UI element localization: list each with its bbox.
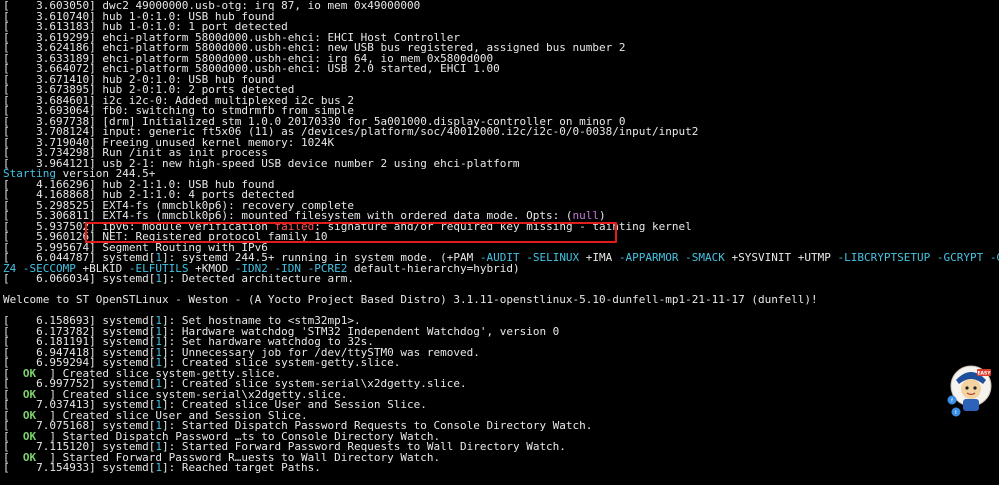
svg-text:f: f	[951, 398, 953, 404]
terminal-text-span: [ 7.154933] systemd[	[3, 461, 156, 474]
terminal-text-span: [ 6.066034] systemd[	[3, 272, 156, 285]
terminal-text-span: -APPARMOR -SMACK	[618, 251, 725, 264]
terminal-line: [ 6.066034] systemd[1]: Detected archite…	[3, 272, 999, 285]
terminal-text-span: -LIBCRYPTSETUP -GCRYPT -GNUTLS -ACL	[837, 251, 999, 264]
mascot-badge: EASY	[977, 371, 991, 377]
svg-text:t: t	[955, 410, 957, 416]
terminal-text-span: Welcome to ST OpenSTLinux - Weston - (A …	[3, 293, 818, 306]
terminal-text-span: default-hierarchy=hybrid)	[347, 261, 520, 275]
mascot-avatar-icon: EASY f t	[947, 365, 992, 417]
terminal-line: Welcome to ST OpenSTLinux - Weston - (A …	[3, 293, 999, 306]
terminal-text-span: +SYSVINIT +UTMP	[724, 251, 838, 264]
terminal-text-span: 1	[155, 272, 162, 285]
terminal-text-span: : signature and/or required key missing …	[314, 219, 692, 233]
terminal-text-span: ]: Reached target Paths.	[161, 461, 321, 474]
assistant-mascot[interactable]: EASY f t	[941, 360, 997, 420]
terminal-output[interactable]: [ 3.603050] dwc2 49000000.usb-otg: irq 8…	[0, 0, 999, 485]
terminal-text-span: 1	[155, 461, 162, 474]
terminal-line: [ 7.154933] systemd[1]: Reached target P…	[3, 461, 999, 474]
terminal-text-span: ]: Detected architecture arm.	[161, 272, 355, 285]
terminal-text-span: +IMA	[579, 251, 619, 264]
